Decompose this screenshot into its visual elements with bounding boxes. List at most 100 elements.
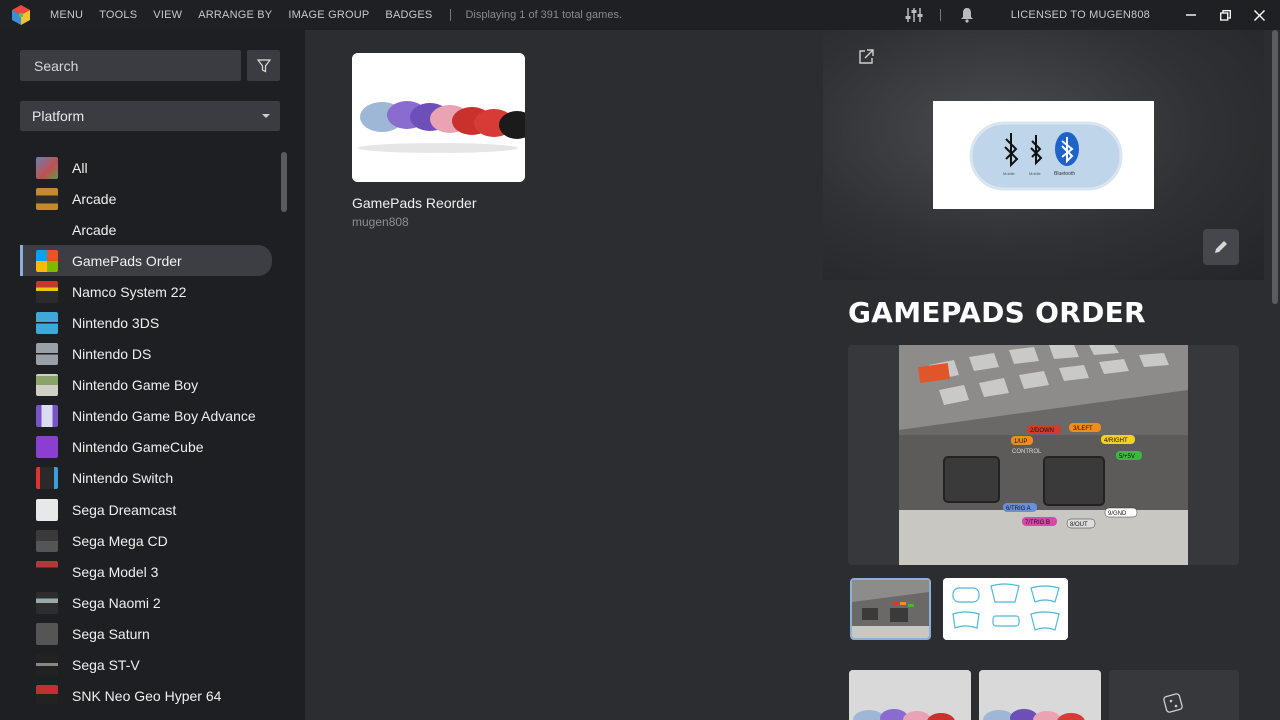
svg-text:3/LEFT: 3/LEFT — [1073, 426, 1093, 432]
sidebar-item-label: Sega Model 3 — [72, 563, 159, 580]
external-link-icon[interactable] — [857, 48, 875, 66]
arcade-cabinet-icon — [36, 280, 58, 303]
svg-text:4/RIGHT: 4/RIGHT — [1104, 438, 1128, 444]
game-developer: mugen808 — [352, 215, 409, 229]
sidebar-item-snk-neo-geo-hyper-64[interactable]: SNK Neo Geo Hyper 64 — [20, 681, 272, 704]
restore-button[interactable] — [1208, 0, 1242, 30]
platform-list-scrollbar[interactable] — [281, 152, 287, 212]
games-grid: GamePads Reorder mugen808 — [305, 30, 823, 720]
handheld-3ds-icon — [36, 312, 58, 335]
minimize-button[interactable] — [1174, 0, 1208, 30]
sidebar-item-label: Arcade — [72, 221, 117, 238]
app-logo-icon[interactable] — [10, 4, 32, 26]
dreamcast-icon — [36, 498, 58, 521]
game-card[interactable]: GamePads Reorder mugen808 — [352, 53, 525, 229]
svg-text:5/+5V: 5/+5V — [1119, 454, 1135, 460]
platform-list: All Arcade Arcade GamePads Order Namco S… — [20, 152, 272, 704]
sidebar-item-label: All — [72, 159, 88, 176]
bell-icon[interactable] — [957, 5, 977, 25]
arcade-cabinet-icon — [36, 560, 58, 583]
media-thumbnail[interactable] — [849, 670, 971, 720]
hero-background: Mobile Mobile Bluetooth — [823, 30, 1264, 280]
sidebar-item-all[interactable]: All — [20, 152, 272, 183]
media-thumbnail[interactable] — [979, 670, 1101, 720]
sidebar-item-nintendo-switch[interactable]: Nintendo Switch — [20, 463, 272, 494]
sidebar-item-label: GamePads Order — [72, 252, 182, 269]
details-scrollbar[interactable] — [1272, 30, 1278, 304]
mega-cd-icon — [36, 529, 58, 552]
media-placeholder[interactable] — [1109, 670, 1239, 720]
sidebar-item-nintendo-3ds[interactable]: Nintendo 3DS — [20, 307, 272, 338]
menu-divider — [450, 9, 452, 21]
menu-arrange-by[interactable]: ARRANGE BY — [190, 9, 280, 21]
sidebar-item-label: Sega Mega CD — [72, 532, 168, 549]
saturn-icon — [36, 622, 58, 645]
sidebar-item-label: Sega ST-V — [72, 657, 140, 674]
sidebar-item-namco-system-22[interactable]: Namco System 22 — [20, 276, 272, 307]
sidebar-item-sega-st-v[interactable]: Sega ST-V — [20, 650, 272, 681]
sidebar-item-sega-dreamcast[interactable]: Sega Dreamcast — [20, 494, 272, 525]
search-input[interactable]: Search — [20, 50, 241, 81]
filter-icon — [256, 58, 271, 72]
all-platforms-icon — [36, 156, 58, 179]
svg-text:Mobile: Mobile — [1003, 171, 1016, 176]
svg-text:1/UP: 1/UP — [1014, 439, 1027, 445]
menu-menu[interactable]: MENU — [42, 9, 91, 21]
menu-tools[interactable]: TOOLS — [91, 9, 145, 21]
screenshot-viewer: 2/DOWN 3/LEFT 1/UP 4/RIGHT 5/+5V CONTROL… — [848, 345, 1239, 565]
sidebar-item-label: Nintendo GameCube — [72, 439, 204, 456]
game-title: GamePads Reorder — [352, 195, 477, 211]
svg-text:CONTROL: CONTROL — [1012, 449, 1042, 455]
svg-text:Bluetooth: Bluetooth — [1054, 171, 1075, 177]
sidebar-item-arcade[interactable]: Arcade — [20, 183, 272, 214]
sidebar-item-label: Sega Saturn — [72, 625, 150, 642]
clear-logo: Mobile Mobile Bluetooth — [933, 101, 1154, 209]
platform-dropdown[interactable]: Platform — [20, 101, 280, 131]
game-box-art — [352, 53, 525, 182]
gameboy-icon — [36, 374, 58, 397]
dice-icon — [1163, 693, 1183, 713]
switch-icon — [36, 467, 58, 490]
svg-text:9/GND: 9/GND — [1108, 511, 1127, 517]
handheld-ds-icon — [36, 343, 58, 366]
menu-view[interactable]: VIEW — [145, 9, 190, 21]
menu-bar: MENU TOOLS VIEW ARRANGE BY IMAGE GROUP B… — [0, 0, 1280, 30]
sidebar-item-label: Sega Dreamcast — [72, 501, 177, 518]
sidebar-item-label: Nintendo Switch — [72, 470, 174, 487]
sidebar-item-label: Nintendo DS — [72, 346, 152, 363]
additional-media — [849, 670, 1239, 720]
sidebar-item-sega-saturn[interactable]: Sega Saturn — [20, 618, 272, 649]
menu-badges[interactable]: BADGES — [377, 9, 440, 21]
sidebar-item-label: Nintendo Game Boy Advance — [72, 408, 256, 425]
filter-button[interactable] — [247, 50, 280, 81]
details-panel: Mobile Mobile Bluetooth GAMEPADS ORDER 2… — [823, 30, 1280, 720]
edit-button[interactable] — [1203, 229, 1239, 265]
sidebar-item-gamepads-order[interactable]: GamePads Order — [20, 245, 272, 277]
sidebar-item-nintendo-ds[interactable]: Nintendo DS — [20, 339, 272, 370]
sidebar-item-label: Sega Naomi 2 — [72, 594, 161, 611]
sidebar-item-label: Arcade — [72, 190, 117, 207]
platform-dropdown-value: Platform — [32, 108, 85, 124]
sidebar-item-nintendo-game-boy-advance[interactable]: Nintendo Game Boy Advance — [20, 401, 272, 432]
sidebar-item-nintendo-gamecube[interactable]: Nintendo GameCube — [20, 432, 272, 463]
sidebar-item-sega-naomi-2[interactable]: Sega Naomi 2 — [20, 587, 272, 618]
sidebar-item-nintendo-game-boy[interactable]: Nintendo Game Boy — [20, 370, 272, 401]
screenshot-thumbnail[interactable] — [943, 578, 1068, 640]
svg-text:2/DOWN: 2/DOWN — [1030, 428, 1054, 434]
topbar-divider — [939, 9, 941, 21]
arcade-cabinet-icon — [36, 654, 58, 677]
svg-text:7/TRIG B: 7/TRIG B — [1025, 520, 1050, 526]
close-button[interactable] — [1242, 0, 1276, 30]
gamecube-icon — [36, 436, 58, 459]
license-label: LICENSED TO MUGEN808 — [1010, 9, 1150, 21]
windows-logo-icon — [36, 249, 58, 272]
menu-image-group[interactable]: IMAGE GROUP — [280, 9, 377, 21]
sidebar-item-sega-mega-cd[interactable]: Sega Mega CD — [20, 525, 272, 556]
screenshot-thumbnails — [850, 578, 1068, 640]
equalizer-icon[interactable] — [904, 5, 924, 25]
screenshot-thumbnail[interactable] — [850, 578, 931, 640]
arcade-cabinet-icon — [36, 187, 58, 210]
sidebar-item-sega-model-3[interactable]: Sega Model 3 — [20, 556, 272, 587]
pencil-icon — [1215, 241, 1227, 253]
sidebar-item-arcade-2[interactable]: Arcade — [20, 214, 272, 245]
